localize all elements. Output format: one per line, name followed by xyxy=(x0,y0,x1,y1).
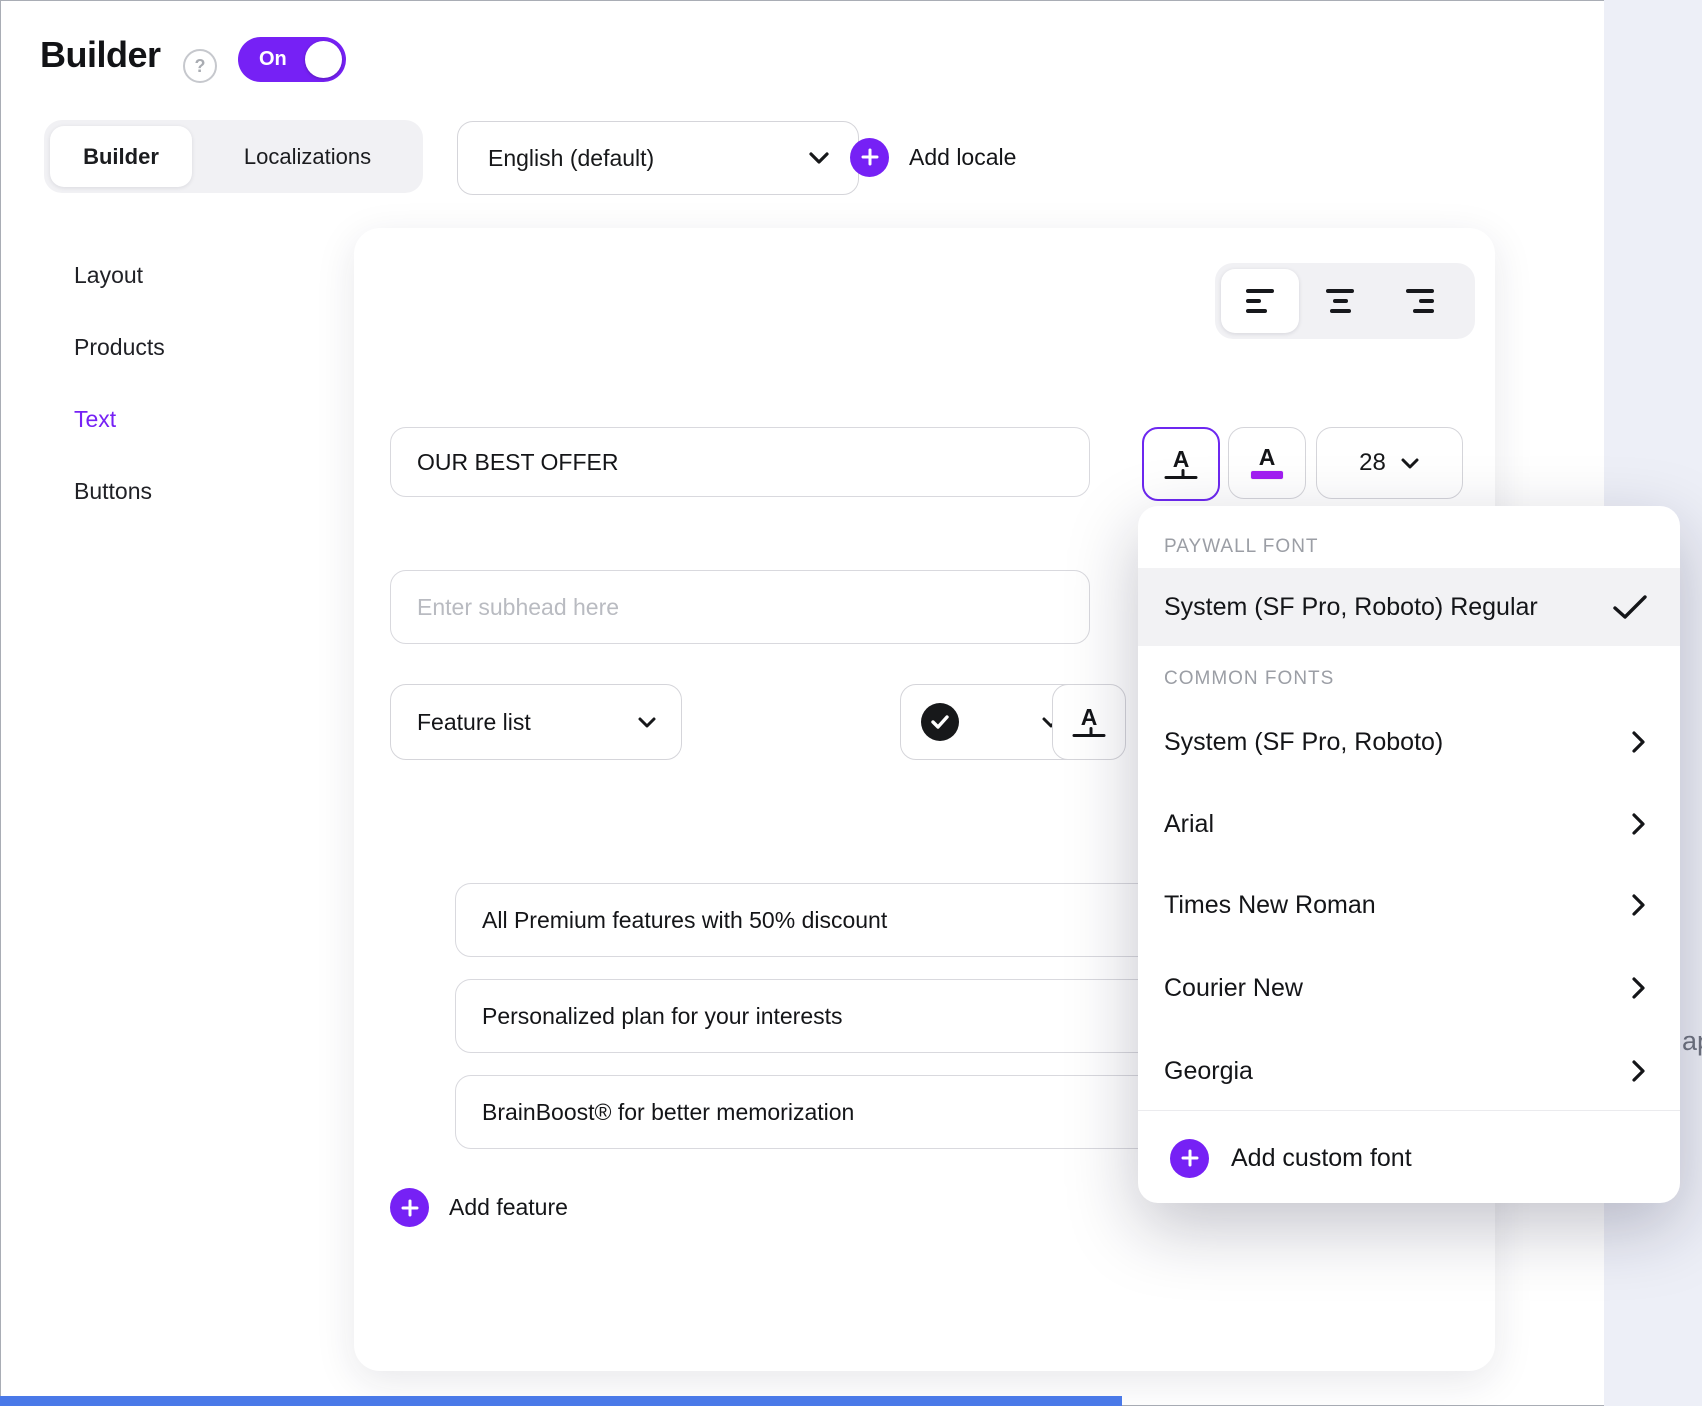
builder-toggle[interactable]: On xyxy=(238,37,346,82)
plus-icon xyxy=(1170,1139,1209,1178)
font-size-select[interactable]: 28 xyxy=(1316,427,1463,499)
add-custom-font-button[interactable]: Add custom font xyxy=(1156,1120,1676,1196)
chevron-down-icon xyxy=(1400,457,1420,470)
font-option-system[interactable]: System (SF Pro, Roboto) xyxy=(1138,701,1680,783)
feature-input-3[interactable] xyxy=(455,1075,1160,1149)
toggle-state-label: On xyxy=(259,48,287,71)
chevron-right-icon xyxy=(1632,730,1646,754)
check-circle-icon xyxy=(921,703,959,741)
align-left-button[interactable] xyxy=(1221,269,1299,333)
feature-input-2[interactable] xyxy=(455,979,1160,1053)
align-center-button[interactable] xyxy=(1301,269,1379,333)
clipped-edge-text: ap xyxy=(1682,1026,1702,1057)
help-icon[interactable]: ? xyxy=(183,49,217,83)
font-option-georgia[interactable]: Georgia xyxy=(1138,1030,1680,1112)
chevron-down-icon xyxy=(637,716,657,729)
page-title: Builder xyxy=(40,34,161,76)
letter-spacing-icon: A xyxy=(1164,449,1198,480)
plus-icon xyxy=(390,1188,429,1227)
add-locale-label: Add locale xyxy=(909,144,1016,171)
font-option-times-new-roman[interactable]: Times New Roman xyxy=(1138,864,1680,946)
chevron-right-icon xyxy=(1632,893,1646,917)
builder-screen: ap Builder ? On Builder Localizations En… xyxy=(0,0,1702,1406)
add-locale-button[interactable]: Add locale xyxy=(850,121,1016,193)
paywall-font-header: PAYWALL FONT xyxy=(1164,536,1319,558)
feature-letter-spacing-button[interactable]: A xyxy=(1052,684,1126,760)
align-center-icon xyxy=(1326,289,1354,313)
add-feature-button[interactable]: Add feature xyxy=(390,1188,568,1227)
font-option-selected[interactable]: System (SF Pro, Roboto) Regular xyxy=(1138,568,1680,646)
font-option-arial[interactable]: Arial xyxy=(1138,783,1680,865)
locale-select[interactable]: English (default) xyxy=(457,121,859,195)
letter-spacing-button[interactable]: A xyxy=(1142,427,1220,501)
sidebar-item-text[interactable]: Text xyxy=(74,406,116,433)
align-right-button[interactable] xyxy=(1381,269,1459,333)
feature-list-select[interactable]: Feature list xyxy=(390,684,682,760)
feature-input-1[interactable] xyxy=(455,883,1160,957)
font-option-courier-new[interactable]: Courier New xyxy=(1138,947,1680,1029)
text-alignment-control xyxy=(1215,263,1475,339)
align-left-icon xyxy=(1246,289,1274,313)
chevron-right-icon xyxy=(1632,1059,1646,1083)
checkmark-icon xyxy=(1612,594,1648,620)
menu-separator xyxy=(1138,1110,1680,1111)
font-color-icon: A xyxy=(1251,447,1283,479)
tab-builder[interactable]: Builder xyxy=(50,126,192,187)
chevron-right-icon xyxy=(1632,812,1646,836)
chevron-down-icon xyxy=(808,151,830,165)
toggle-knob xyxy=(305,41,342,78)
bottom-blue-bar xyxy=(0,1396,1122,1406)
chevron-right-icon xyxy=(1632,976,1646,1000)
locale-select-value: English (default) xyxy=(488,145,654,172)
font-color-button[interactable]: A xyxy=(1228,427,1306,499)
subhead-input[interactable] xyxy=(390,570,1090,644)
feature-list-label: Feature list xyxy=(417,709,531,736)
common-fonts-header: COMMON FONTS xyxy=(1164,668,1334,690)
headline-input[interactable] xyxy=(390,427,1090,497)
letter-spacing-icon: A xyxy=(1072,707,1106,738)
sidebar-item-buttons[interactable]: Buttons xyxy=(74,478,152,505)
sidebar-item-products[interactable]: Products xyxy=(74,334,165,361)
tab-localizations[interactable]: Localizations xyxy=(192,126,423,187)
font-size-value: 28 xyxy=(1359,449,1386,477)
add-feature-label: Add feature xyxy=(449,1194,568,1221)
plus-icon xyxy=(850,138,889,177)
sidebar-item-layout[interactable]: Layout xyxy=(74,262,143,289)
align-right-icon xyxy=(1406,289,1434,313)
view-tabs: Builder Localizations xyxy=(44,120,423,193)
font-menu: PAYWALL FONT System (SF Pro, Roboto) Reg… xyxy=(1138,506,1680,1203)
